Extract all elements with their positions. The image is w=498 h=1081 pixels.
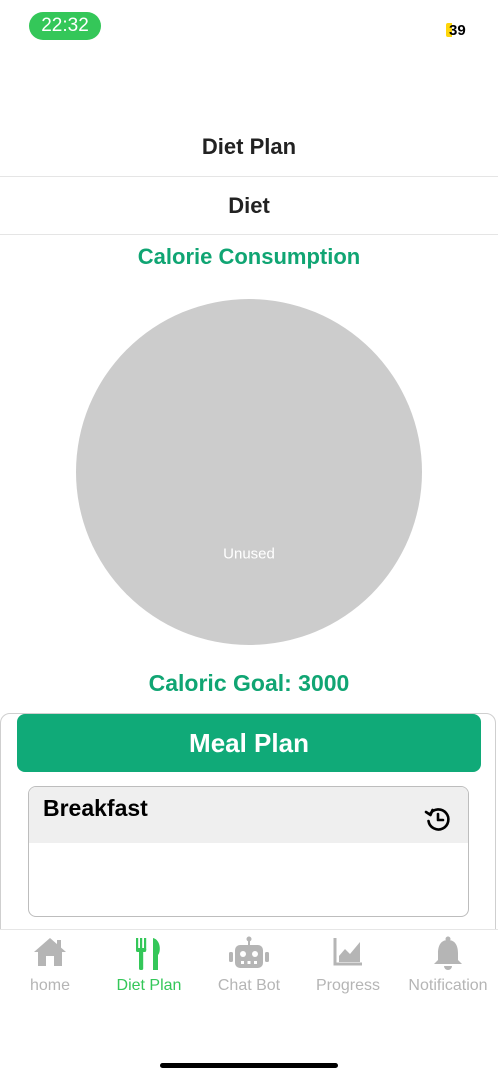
pie-slice-unused bbox=[76, 299, 422, 645]
status-time: 22:32 bbox=[29, 12, 101, 40]
calorie-consumption-title: Calorie Consumption bbox=[137, 244, 361, 269]
pie-label-unused: Unused bbox=[223, 546, 275, 563]
battery-indicator: 39 bbox=[446, 21, 466, 39]
tab-diet[interactable]: Diet bbox=[0, 177, 498, 235]
tab-label-home: home bbox=[29, 977, 71, 994]
caloric-goal: Caloric Goal: 3000 bbox=[148, 670, 350, 696]
calorie-pie-chart: Unused bbox=[76, 299, 422, 645]
page-title: Diet Plan bbox=[0, 118, 498, 177]
tab-home[interactable]: home bbox=[0, 930, 100, 1000]
robot-icon bbox=[229, 936, 269, 968]
tab-notification[interactable]: Notification bbox=[398, 930, 498, 1000]
bell-icon bbox=[434, 936, 462, 970]
tab-label-chat-bot: Chat Bot bbox=[217, 977, 281, 994]
chart-icon bbox=[333, 938, 362, 966]
breakfast-label: Breakfast bbox=[43, 795, 148, 821]
tab-label-notification: Notification bbox=[408, 977, 488, 994]
tab-diet-plan[interactable]: Diet Plan bbox=[99, 930, 199, 1000]
clock-refresh-icon[interactable] bbox=[424, 805, 452, 833]
meal-plan-button[interactable]: Meal Plan bbox=[17, 714, 481, 772]
breakfast-section: Breakfast bbox=[28, 786, 469, 917]
bottom-tab-bar: home Diet Plan Chat Bot Progress Notific… bbox=[0, 929, 498, 1081]
tab-label-diet-plan: Diet Plan bbox=[116, 977, 182, 994]
tab-label-progress: Progress bbox=[315, 977, 381, 994]
breakfast-header: Breakfast bbox=[29, 787, 468, 843]
tab-progress[interactable]: Progress bbox=[298, 930, 398, 1000]
tab-chat-bot[interactable]: Chat Bot bbox=[199, 930, 299, 1000]
home-icon bbox=[34, 938, 66, 966]
fork-knife-icon bbox=[136, 938, 160, 970]
battery-level: 39 bbox=[449, 21, 466, 39]
home-indicator bbox=[160, 1063, 338, 1068]
